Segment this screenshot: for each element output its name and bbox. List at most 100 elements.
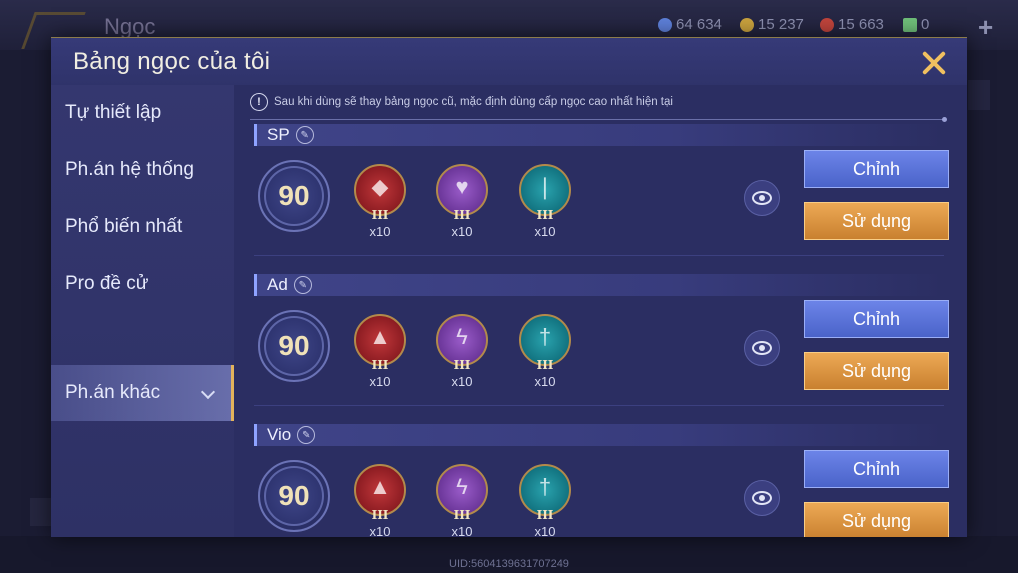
rune-gem-teal[interactable]: ❘ III x10 <box>517 164 573 239</box>
gem-count: x10 <box>451 224 473 239</box>
background-right-tab <box>968 80 990 110</box>
voucher-icon <box>903 17 917 32</box>
gem-tier: III <box>371 208 389 222</box>
resource-red-gem-value: 15 663 <box>838 16 884 33</box>
preview-button[interactable] <box>744 480 780 516</box>
feather-icon: ❘ <box>535 174 555 199</box>
divider <box>250 117 947 122</box>
sidebar-item-pro[interactable]: Pro đề cử <box>51 256 234 312</box>
warning-icon: ! <box>250 93 268 111</box>
resource-gold-coin-value: 15 237 <box>758 16 804 33</box>
sidebar-item-label: Tự thiết lập <box>65 102 162 123</box>
sidebar-item-custom[interactable]: Tự thiết lập <box>51 85 234 141</box>
pencil-icon[interactable]: ✎ <box>293 276 312 294</box>
edit-button[interactable]: Chỉnh <box>804 150 949 188</box>
gem-count: x10 <box>451 524 473 537</box>
resource-voucher: 0 <box>903 16 929 33</box>
rune-page: Vio ✎ 90 ▲ III x10 ϟ III x10 † III x10 Chỉn… <box>254 424 949 537</box>
modal-title: Bảng ngọc của tôi <box>73 48 271 75</box>
pencil-icon[interactable]: ✎ <box>295 126 314 144</box>
resource-blue-gem: 64 634 <box>658 16 722 33</box>
rune-page-name: Ad <box>267 275 288 294</box>
level-badge: 90 <box>258 460 330 532</box>
uid-label: UID:5604139631707249 <box>449 558 569 570</box>
rune-gem-red[interactable]: ▲ III x10 <box>352 464 408 537</box>
gold-coin-icon <box>740 17 754 32</box>
eye-icon <box>752 191 772 205</box>
background-left-tab <box>30 498 52 526</box>
gem-tier: III <box>371 358 389 372</box>
chevron-down-icon <box>200 384 216 400</box>
modal-header: Bảng ngọc của tôi <box>51 37 967 86</box>
rune-pages-modal: Bảng ngọc của tôi Tự thiết lập Ph.án hệ … <box>51 37 967 537</box>
rune-page-header: Vio ✎ <box>254 424 944 446</box>
sidebar-item-other[interactable]: Ph.án khác <box>51 365 234 421</box>
gem-count: x10 <box>534 524 556 537</box>
resource-voucher-value: 0 <box>921 16 930 33</box>
rune-page: Ad ✎ 90 ▲ III x10 ϟ III x10 † III x10 Chỉnh… <box>254 274 949 414</box>
edit-button[interactable]: Chỉnh <box>804 450 949 488</box>
sidebar-item-label: Ph.án khác <box>65 382 161 403</box>
add-icon[interactable]: + <box>978 12 993 43</box>
use-button[interactable]: Sử dụng <box>804 502 949 537</box>
use-button[interactable]: Sử dụng <box>804 202 949 240</box>
rune-gem-purple[interactable]: ϟ III x10 <box>434 314 490 389</box>
gem-tier: III <box>453 208 471 222</box>
close-icon[interactable] <box>917 46 951 80</box>
eye-icon <box>752 341 772 355</box>
notice: ! Sau khi dùng sẽ thay bảng ngọc cũ, mặc… <box>250 93 673 111</box>
rune-page-name: Vio <box>267 425 292 444</box>
gem-count: x10 <box>369 524 391 537</box>
rune-page-name: SP <box>267 125 290 144</box>
sidebar-item-label: Phổ biến nhất <box>65 216 183 237</box>
rune-page-header: SP ✎ <box>254 124 944 146</box>
sidebar-item-system[interactable]: Ph.án hệ thống <box>51 142 234 198</box>
eye-icon <box>752 491 772 505</box>
divider <box>254 405 944 406</box>
gem-count: x10 <box>534 374 556 389</box>
resource-gold-coin: 15 237 <box>740 16 804 33</box>
rune-gem-teal[interactable]: † III x10 <box>517 314 573 389</box>
edit-button[interactable]: Chỉnh <box>804 300 949 338</box>
blue-gem-icon <box>658 17 672 32</box>
pencil-icon[interactable]: ✎ <box>297 426 316 444</box>
sidebar: Tự thiết lập Ph.án hệ thống Phổ biến nhấ… <box>51 85 234 537</box>
divider <box>254 255 944 256</box>
gem-count: x10 <box>534 224 556 239</box>
gem-count: x10 <box>369 374 391 389</box>
sidebar-item-label: Pro đề cử <box>65 273 149 294</box>
use-button[interactable]: Sử dụng <box>804 352 949 390</box>
gem-tier: III <box>536 358 554 372</box>
gem-count: x10 <box>451 374 473 389</box>
sidebar-item-label: Ph.án hệ thống <box>65 159 194 180</box>
rune-gem-red[interactable]: ◆ III x10 <box>352 164 408 239</box>
rune-gem-purple[interactable]: ϟ III x10 <box>434 464 490 537</box>
resource-red-gem: 15 663 <box>820 16 884 33</box>
flame-icon: ▲ <box>369 324 391 349</box>
gem-tier: III <box>453 358 471 372</box>
notice-text: Sau khi dùng sẽ thay bảng ngọc cũ, mặc đ… <box>274 96 673 108</box>
rune-pages-list[interactable]: ! Sau khi dùng sẽ thay bảng ngọc cũ, mặc… <box>234 85 967 537</box>
heart-icon: ♥ <box>455 174 469 199</box>
gem-tier: III <box>536 508 554 522</box>
gem-tier: III <box>453 508 471 522</box>
dagger-icon: † <box>538 474 552 499</box>
rune-page-header: Ad ✎ <box>254 274 944 296</box>
rune-gem-purple[interactable]: ♥ III x10 <box>434 164 490 239</box>
gem-tier: III <box>371 508 389 522</box>
sidebar-item-popular[interactable]: Phổ biến nhất <box>51 199 234 255</box>
dagger-icon: † <box>538 324 552 349</box>
level-badge: 90 <box>258 160 330 232</box>
resource-blue-gem-value: 64 634 <box>676 16 722 33</box>
red-gem-icon <box>820 17 834 32</box>
level-badge: 90 <box>258 310 330 382</box>
lightning-icon: ϟ <box>456 324 468 349</box>
sword-icon: ◆ <box>371 174 389 199</box>
lightning-icon: ϟ <box>456 474 468 499</box>
rune-gem-red[interactable]: ▲ III x10 <box>352 314 408 389</box>
preview-button[interactable] <box>744 180 780 216</box>
preview-button[interactable] <box>744 330 780 366</box>
gem-tier: III <box>536 208 554 222</box>
rune-gem-teal[interactable]: † III x10 <box>517 464 573 537</box>
flame-icon: ▲ <box>369 474 391 499</box>
